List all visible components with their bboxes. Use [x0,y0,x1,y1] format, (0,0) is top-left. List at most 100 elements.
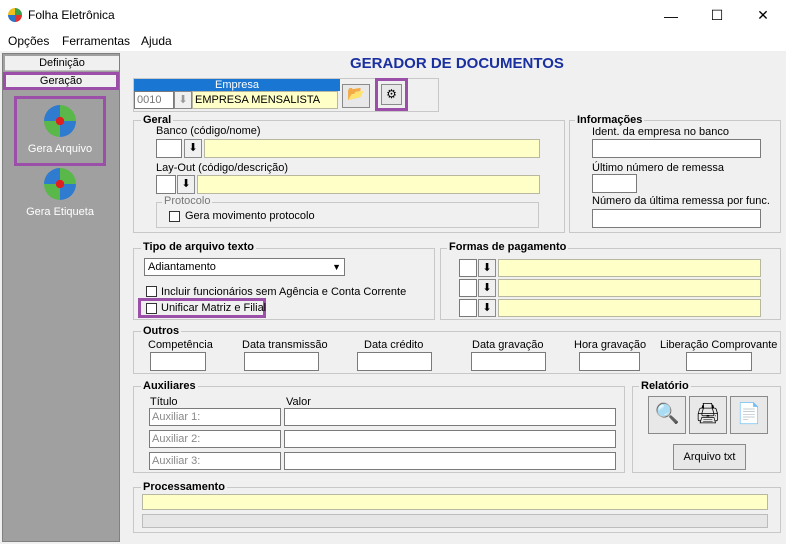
layout-code-field[interactable] [156,175,176,194]
incluir-checkbox[interactable] [146,286,157,297]
magnifier-icon: 🔍 [654,403,680,425]
banco-lookup-button[interactable]: ⬇ [184,139,202,158]
menu-ferramentas[interactable]: Ferramentas [62,34,130,48]
relatorio-title: Relatório [639,380,691,392]
menu-bar: Opções Ferramentas Ajuda [0,31,786,51]
forma-1-code[interactable] [459,259,477,277]
export-button[interactable]: 📄 [730,396,768,434]
ident-field[interactable] [592,139,761,158]
auxiliar-2-valor[interactable] [284,430,616,448]
page-title: GERADOR DE DOCUMENTOS [350,55,564,72]
tipo-arquivo-select[interactable]: Adiantamento ▼ [144,258,345,276]
forma-2-desc[interactable] [498,279,761,297]
hora-gravacao-field[interactable] [579,352,640,371]
minimize-button[interactable]: — [648,0,694,31]
auxiliar-1-valor[interactable] [284,408,616,426]
forma-3-desc[interactable] [498,299,761,317]
hora-gravacao-label: Hora gravação [574,339,647,351]
informacoes-title: Informações [575,114,645,126]
data-credito-label: Data crédito [364,339,424,351]
printer-icon: 🖨 [695,403,721,425]
processamento-status-field [142,494,768,510]
gera-etiqueta-button[interactable]: Gera Etiqueta [14,162,106,232]
arrow-down-icon: ⬇ [178,94,188,106]
empresa-lookup-button[interactable]: ⬇ [174,91,192,109]
col-titulo: Título [150,396,178,408]
forma-2-lookup[interactable]: ⬇ [478,279,496,297]
competencia-label: Competência [148,339,213,351]
unificar-checkbox[interactable] [146,303,157,314]
empresa-name-field[interactable]: EMPRESA MENSALISTA [192,91,338,109]
gera-etiqueta-label: Gera Etiqueta [26,206,94,218]
print-button[interactable]: 🖨 [689,396,727,434]
processamento-progress-bar [142,514,768,528]
sidebar: Definição Geração Gera Arquivo Gera Etiq… [2,53,120,542]
data-transmissao-label: Data transmissão [242,339,328,351]
empresa-code-field[interactable]: 0010 [134,91,174,109]
arrow-down-icon: ⬇ [181,178,191,190]
preview-button[interactable]: 🔍 [648,396,686,434]
data-transmissao-field[interactable] [244,352,319,371]
formas-pagamento-title: Formas de pagamento [447,241,569,253]
menu-opcoes[interactable]: Opções [8,34,49,48]
competencia-field[interactable] [150,352,206,371]
incluir-label: Incluir funcionários sem Agência e Conta… [161,286,407,298]
forma-3-code[interactable] [459,299,477,317]
forma-1-desc[interactable] [498,259,761,277]
tab-definicao[interactable]: Definição [5,56,119,71]
unificar-label: Unificar Matriz e Filial [161,302,267,314]
auxiliares-title: Auxiliares [141,380,198,392]
ultima-remessa-func-field[interactable] [592,209,761,228]
ultima-remessa-func-label: Número da última remessa por func. [592,195,770,207]
ident-label: Ident. da empresa no banco [592,126,729,138]
outros-title: Outros [141,325,182,337]
arrow-down-icon: ⬇ [482,282,492,294]
layout-desc-field[interactable] [197,175,540,194]
processamento-title: Processamento [141,481,227,493]
gera-protocolo-checkbox[interactable] [169,211,180,222]
menu-ajuda[interactable]: Ajuda [141,34,172,48]
data-credito-field[interactable] [357,352,432,371]
folder-open-icon: 📂 [347,85,365,101]
forma-3-lookup[interactable]: ⬇ [478,299,496,317]
arrow-down-icon: ⬇ [188,142,198,154]
ultimo-remessa-label: Último número de remessa [592,162,725,174]
banco-label: Banco (código/nome) [156,125,261,137]
auxiliar-3-valor[interactable] [284,452,616,470]
settings-button-highlight[interactable]: ⚙ [375,78,408,111]
auxiliar-2-titulo[interactable]: Auxiliar 2: [149,430,281,448]
document-icon: 📄 [736,403,762,425]
arquivo-txt-button[interactable]: Arquivo txt [673,444,746,470]
outros-group [133,331,781,374]
gera-arquivo-button[interactable]: Gera Arquivo [14,96,106,166]
auxiliar-3-titulo[interactable]: Auxiliar 3: [149,452,281,470]
tipo-arquivo-title: Tipo de arquivo texto [141,241,257,253]
open-folder-button[interactable]: 📂 [342,84,370,108]
close-button[interactable]: ✕ [740,0,786,31]
app-icon [8,8,22,22]
globe-icon [44,168,76,200]
layout-lookup-button[interactable]: ⬇ [177,175,195,194]
forma-1-lookup[interactable]: ⬇ [478,259,496,277]
globe-icon [44,105,76,137]
forma-2-code[interactable] [459,279,477,297]
tipo-arquivo-value: Adiantamento [148,261,216,273]
protocolo-title: Protocolo [162,195,213,207]
data-gravacao-field[interactable] [471,352,546,371]
auxiliar-1-titulo[interactable]: Auxiliar 1: [149,408,281,426]
ultimo-remessa-field[interactable] [592,174,637,193]
liberacao-comprovante-field[interactable] [686,352,752,371]
title-bar: Folha Eletrônica — ☐ ✕ [0,0,786,31]
liberacao-comprovante-label: Liberação Comprovante [660,339,778,351]
data-gravacao-label: Data gravação [472,339,544,351]
maximize-button[interactable]: ☐ [694,0,740,31]
gera-arquivo-label: Gera Arquivo [27,143,93,155]
banco-code-field[interactable] [156,139,182,158]
banco-name-field[interactable] [204,139,540,158]
tab-geracao[interactable]: Geração [3,72,119,90]
window-title: Folha Eletrônica [28,8,115,22]
empresa-label: Empresa [134,79,340,91]
gear-icon: ⚙ [381,84,402,105]
chevron-down-icon: ▼ [332,262,341,272]
layout-label: Lay-Out (código/descrição) [156,162,289,174]
